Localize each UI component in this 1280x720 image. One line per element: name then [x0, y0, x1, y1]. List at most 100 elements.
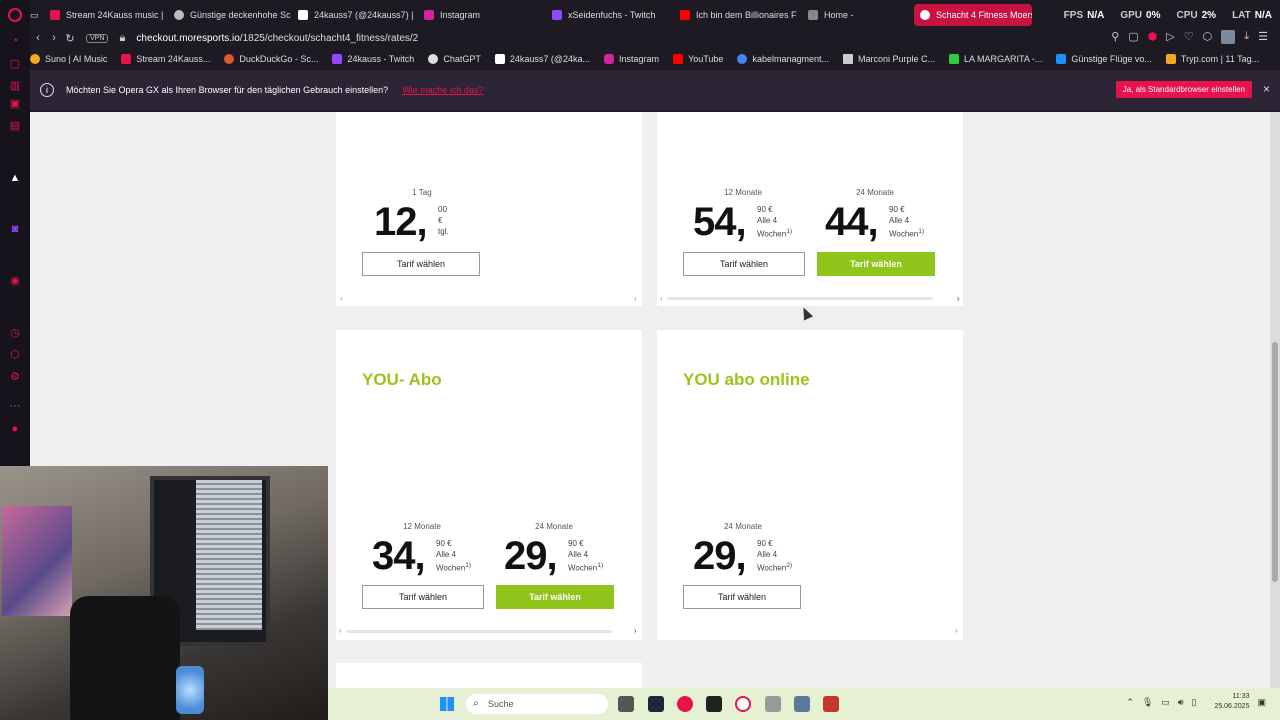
extension-icon[interactable]: ● — [9, 423, 21, 435]
scrollbar-thumb[interactable] — [1272, 342, 1278, 582]
slider-prev-icon[interactable]: ‹ — [339, 626, 342, 635]
more-icon[interactable]: ··· — [9, 400, 21, 412]
price-amount: 29, — [693, 534, 747, 578]
bookmark-tiktok[interactable]: 24kauss7 (@24ka... — [494, 54, 590, 64]
price-cents: 90 € Alle 4 Wochen1) — [436, 539, 472, 573]
tab-twitch[interactable]: xSeidenfuchs - Twitch — [546, 4, 674, 26]
opera-gx-icon[interactable] — [735, 696, 751, 712]
choose-tariff-button-highlight[interactable]: Tarif wählen — [817, 252, 935, 276]
tab-home[interactable]: Home - — [802, 4, 914, 26]
slider-next-icon[interactable]: › — [634, 294, 637, 303]
tab-tiktok[interactable]: 24kauss7 (@24kauss7) | — [292, 4, 418, 26]
cube-icon[interactable]: ⬡ — [9, 349, 21, 361]
choose-tariff-button-highlight[interactable]: Tarif wählen — [496, 585, 614, 609]
bookmark-twitch[interactable]: 24kauss - Twitch — [332, 54, 414, 64]
file-explorer-icon[interactable] — [618, 696, 634, 712]
opera-logo-icon[interactable] — [8, 8, 22, 22]
banner-help-link[interactable]: Wie mache ich das? — [402, 85, 483, 95]
tab-stream-24kauss[interactable]: Stream 24Kauss music | — [44, 4, 168, 26]
tariff-card-you-abo-online: YOU abo online 24 Monate 29, 90 € Alle 4W… — [657, 330, 963, 640]
tariff-card-monthly: 12 Monate 54, 90 € Alle 4 Wochen1) Tarif w… — [657, 112, 963, 306]
settings-app-icon[interactable] — [765, 696, 781, 712]
bookmark-instagram[interactable]: Instagram — [604, 54, 659, 64]
tab-schacht4[interactable]: Schacht 4 Fitness Moers — [914, 4, 1032, 26]
bookmark-margarita[interactable]: LA MARGARITA -... — [949, 54, 1042, 64]
bookmark-icon[interactable]: ▢ — [9, 58, 21, 70]
mic-icon[interactable]: 🎙︎ — [1142, 697, 1153, 708]
aria-icon[interactable]: ▲ — [9, 172, 21, 184]
history-icon[interactable]: ◔ — [9, 35, 21, 47]
gx-control-icon[interactable]: ▥ — [9, 80, 21, 92]
heart-icon[interactable]: ♡ — [1184, 30, 1194, 44]
settings-icon[interactable]: ⚙ — [9, 371, 21, 383]
lock-icon[interactable]: 🔒︎ — [114, 32, 130, 45]
bookmark-kabelmanagment[interactable]: kabelmanagment... — [737, 54, 829, 64]
capture-app-icon[interactable] — [823, 696, 839, 712]
bookmark-chatgpt[interactable]: ChatGPT — [428, 54, 481, 64]
cpu-readout: CPU 2% — [1176, 9, 1217, 21]
slider-next-icon[interactable]: › — [955, 626, 958, 635]
slider-next-icon[interactable]: › — [634, 626, 637, 635]
slider-prev-icon[interactable]: ‹ — [340, 294, 343, 303]
extensions-icon[interactable]: ⬡ — [1203, 30, 1213, 44]
tab-instagram[interactable]: Instagram — [418, 4, 546, 26]
reload-icon[interactable]: ↻ — [62, 32, 78, 45]
forward-icon[interactable]: › — [46, 32, 62, 44]
price-amount: 12, — [374, 200, 428, 244]
volume-icon[interactable]: 🔊︎ — [1178, 697, 1184, 708]
network-icon[interactable]: ▭ — [1161, 697, 1170, 708]
avatar[interactable] — [1221, 30, 1236, 44]
bookmark-fluege[interactable]: Günstige Flüge vo... — [1056, 54, 1152, 64]
choose-tariff-button[interactable]: Tarif wählen — [362, 252, 480, 276]
choose-tariff-button[interactable]: Tarif wählen — [683, 585, 801, 609]
battery-icon[interactable]: ▯ — [1191, 697, 1196, 708]
notification-icon[interactable]: ▣ — [1257, 697, 1266, 708]
banner-text: Möchten Sie Opera GX als Ihren Browser f… — [66, 85, 389, 95]
download-icon[interactable]: ⤓ — [1244, 30, 1249, 44]
bookmark-stream[interactable]: Stream 24Kauss... — [121, 54, 210, 64]
choose-tariff-button[interactable]: Tarif wählen — [683, 252, 805, 276]
news-icon[interactable]: ▤ — [9, 120, 21, 132]
play-icon[interactable]: ▷ — [1166, 30, 1174, 44]
tariff-card-you-abo: YOU- Abo 12 Monate 34, 90 € Alle 4 Wochen1… — [336, 330, 642, 640]
vpn-badge[interactable]: VPN — [86, 33, 109, 43]
gear-app-icon[interactable] — [794, 696, 810, 712]
bookmark-tryp[interactable]: Tryp.com | 11 Tag... — [1165, 54, 1259, 64]
pin-icon[interactable]: ⚲ — [1111, 30, 1119, 44]
snapshot-icon[interactable]: ▢ — [1128, 30, 1138, 44]
price-slider-scrollbar[interactable] — [346, 630, 612, 633]
epic-games-icon[interactable] — [706, 696, 722, 712]
menu-icon[interactable]: ☰ — [1258, 30, 1268, 44]
slider-next-icon[interactable]: › — [957, 294, 960, 303]
url-field[interactable]: checkout.moresports.io/1825/checkout/sch… — [136, 33, 418, 44]
shield-icon[interactable]: ⬢ — [1148, 30, 1158, 44]
clock[interactable]: 11:33 25.06.2025 — [1214, 692, 1249, 712]
clock-icon[interactable]: ◷ — [9, 327, 21, 339]
back-icon[interactable]: ‹ — [30, 32, 46, 44]
tab-deckenhohe[interactable]: Günstige deckenhohe Sc — [168, 4, 292, 26]
bookmark-duckduckgo[interactable]: DuckDuckGo - Sc... — [224, 54, 318, 64]
wallet-icon[interactable]: ▣ — [9, 98, 21, 110]
bookmark-marconi[interactable]: Marconi Purple C... — [842, 54, 935, 64]
bookmark-youtube[interactable]: YouTube — [673, 54, 723, 64]
steam-icon[interactable] — [648, 696, 664, 712]
bookmark-suno[interactable]: Suno | AI Music — [30, 54, 107, 64]
price-slider-scrollbar[interactable] — [667, 297, 933, 300]
set-default-browser-button[interactable]: Ja, als Standardbrowser einstellen — [1115, 81, 1252, 98]
windows-start-icon[interactable] — [440, 697, 454, 711]
choose-tariff-button[interactable]: Tarif wählen — [362, 585, 484, 609]
tariff-card-day: 1 Tag 12, 00 € tgl. Tarif wählen ‹ › — [336, 112, 642, 306]
taskbar-search[interactable]: ⌕ Suche — [466, 694, 608, 714]
slider-prev-icon[interactable]: ‹ — [660, 294, 663, 303]
opera-icon[interactable] — [677, 696, 693, 712]
chevron-up-icon[interactable]: ⌃ — [1126, 697, 1134, 708]
page-scrollbar[interactable] — [1270, 112, 1280, 688]
tab-youtube[interactable]: Ich bin dem Billionaires F — [674, 4, 802, 26]
lat-readout: LAT N/A — [1232, 9, 1272, 21]
twitch-icon[interactable]: ◙ — [9, 223, 21, 235]
address-bar-actions: ⚲ ▢ ⬢ ▷ ♡ ⬡ ⤓ ☰ — [1111, 30, 1268, 44]
close-icon[interactable]: × — [1263, 82, 1270, 96]
tab-menu-icon[interactable]: ▭ — [30, 4, 44, 26]
player-icon[interactable]: ◉ — [9, 275, 21, 287]
price-amount: 44, — [825, 200, 879, 244]
